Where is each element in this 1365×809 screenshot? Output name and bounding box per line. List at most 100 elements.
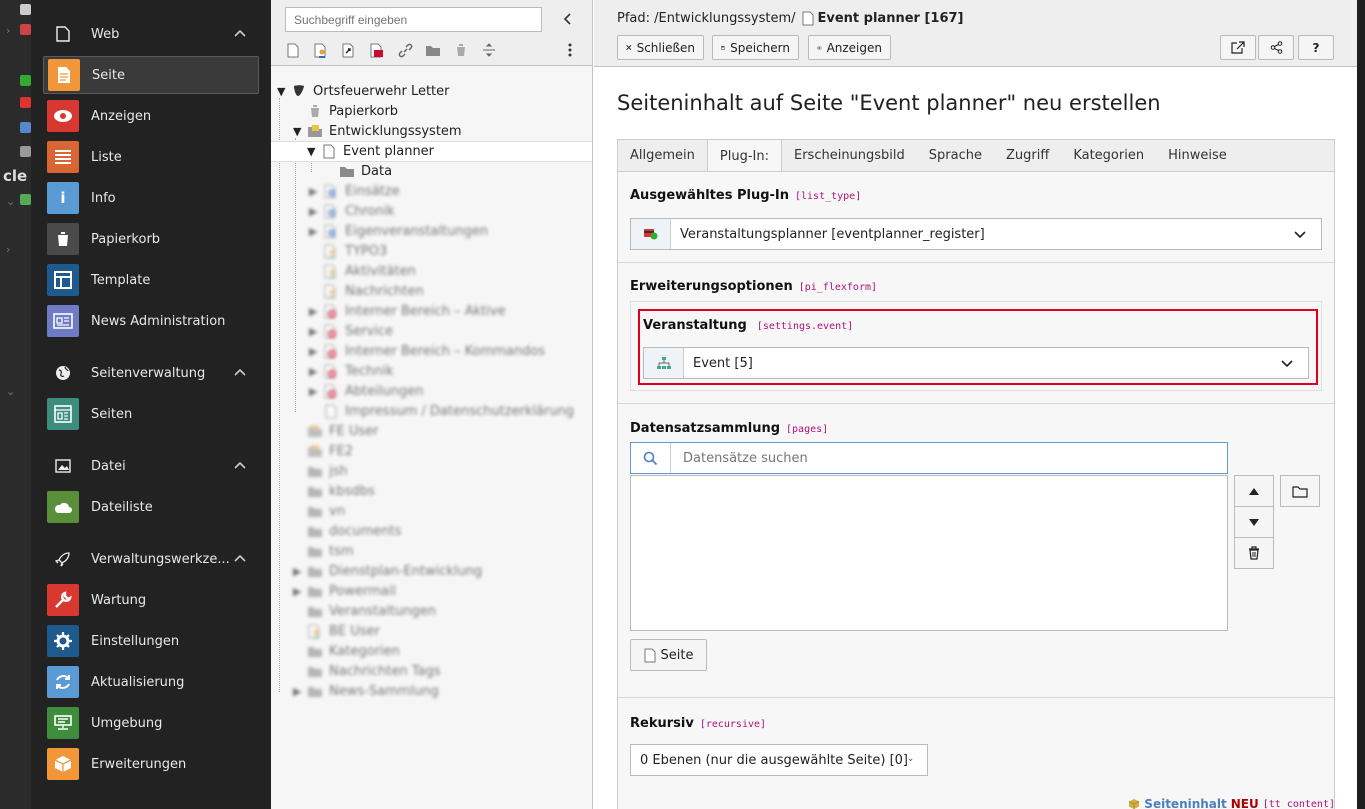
shortcut-icon[interactable] <box>323 183 339 199</box>
restricted-icon[interactable] <box>323 343 339 359</box>
tree-node-label[interactable]: Einsätze <box>345 184 400 199</box>
tree-node[interactable]: ▶ Chronik <box>309 201 395 221</box>
tree-node-label[interactable]: Chronik <box>345 204 395 219</box>
collapsed-toggle-icon[interactable]: ▶ <box>309 225 321 238</box>
folder-icon[interactable] <box>307 683 323 699</box>
typo3-icon[interactable] <box>291 83 307 99</box>
tree-node[interactable]: ▼ Event planner <box>271 141 592 162</box>
module-erweiterungen[interactable]: Erweiterungen <box>43 745 259 783</box>
tree-node[interactable]: Nachrichten Tags <box>293 661 441 681</box>
records-search-field[interactable] <box>630 442 1228 474</box>
records-search-input[interactable] <box>671 444 1227 472</box>
tree-node[interactable]: FE2 <box>293 441 353 461</box>
tree-node[interactable]: Veranstaltungen <box>293 601 436 621</box>
folder-icon[interactable] <box>307 483 323 499</box>
records-list[interactable] <box>630 475 1228 631</box>
collapsed-toggle-icon[interactable]: ▶ <box>309 385 321 398</box>
new-folder-icon[interactable] <box>425 42 441 58</box>
folder-icon[interactable] <box>307 463 323 479</box>
tree-node-label[interactable]: Impressum / Datenschutzerklärung <box>345 404 574 419</box>
new-shortcut-icon[interactable] <box>341 42 357 58</box>
folder-open-icon[interactable] <box>307 123 323 139</box>
tree-node-label[interactable]: Event planner <box>343 144 434 159</box>
view-button[interactable]: Anzeigen <box>808 35 891 60</box>
module-info[interactable]: i Info <box>43 179 259 217</box>
tree-node-label[interactable]: Eigenveranstaltungen <box>345 224 488 239</box>
recursive-select[interactable]: 0 Ebenen (nur die ausgewählte Seite) [0] <box>630 744 928 776</box>
help-button[interactable]: ? <box>1298 35 1334 60</box>
collapse-tree-icon[interactable] <box>561 11 575 27</box>
menu-group-seitenverwaltung[interactable]: Seitenverwaltung <box>31 354 271 392</box>
module-aktualisierung[interactable]: Aktualisierung <box>43 663 259 701</box>
module-liste[interactable]: Liste <box>43 138 259 176</box>
module-seite[interactable]: Seite <box>43 56 259 94</box>
tab-sprache[interactable]: Sprache <box>917 140 994 171</box>
tree-node-label[interactable]: Papierkorb <box>329 104 398 119</box>
tree-node-label[interactable]: vn <box>329 504 345 519</box>
tree-node-label[interactable]: Interner Bereich – Kommandos <box>345 344 545 359</box>
tree-node[interactable]: Nachrichten <box>309 281 424 301</box>
module-papierkorb[interactable]: Papierkorb <box>43 220 259 258</box>
save-button[interactable]: Speichern <box>712 35 799 60</box>
user-page-icon[interactable] <box>323 243 339 259</box>
user-page-icon[interactable] <box>323 283 339 299</box>
tree-node[interactable]: Data <box>325 161 392 181</box>
collapsed-toggle-icon[interactable]: ▶ <box>293 565 305 578</box>
menu-group-verwaltungswerkzeuge[interactable]: Verwaltungswerkze... <box>31 540 271 578</box>
tree-node-label[interactable]: Nachrichten <box>345 284 424 299</box>
tree-node-label[interactable]: BE User <box>329 624 380 639</box>
tab-erscheinungsbild[interactable]: Erscheinungsbild <box>782 140 917 171</box>
close-button[interactable]: Schließen <box>617 35 704 60</box>
tree-node-label[interactable]: Ortsfeuerwehr Letter <box>313 84 450 99</box>
remove-button[interactable] <box>1234 537 1274 569</box>
tree-node-label[interactable]: Interner Bereich – Aktive <box>345 304 506 319</box>
user-page-icon[interactable] <box>323 263 339 279</box>
collapsed-toggle-icon[interactable]: ▶ <box>309 365 321 378</box>
tree-node[interactable]: ▶ Powermail <box>293 581 396 601</box>
tree-node[interactable]: ▶ Interner Bereich – Kommandos <box>309 341 545 361</box>
restricted-icon[interactable] <box>323 323 339 339</box>
module-seiten[interactable]: Seiten <box>43 395 259 433</box>
tree-node[interactable]: Impressum / Datenschutzerklärung <box>309 401 574 421</box>
tab-hinweise[interactable]: Hinweise <box>1156 140 1239 171</box>
tree-node-label[interactable]: tsm <box>329 544 354 559</box>
folder-icon[interactable] <box>307 643 323 659</box>
expanded-toggle-icon[interactable]: ▼ <box>277 85 289 98</box>
tree-node-label[interactable]: Abteilungen <box>345 384 423 399</box>
tree-node-label[interactable]: Kategorien <box>329 644 400 659</box>
menu-group-web[interactable]: Web <box>31 15 271 53</box>
add-page-button[interactable]: Seite <box>630 639 707 671</box>
tree-node[interactable]: documents <box>293 521 401 541</box>
tree-node-label[interactable]: Technik <box>345 364 394 379</box>
tab-allgemein[interactable]: Allgemein <box>618 140 707 171</box>
collapsed-toggle-icon[interactable]: ▶ <box>309 345 321 358</box>
plugin-select[interactable]: Veranstaltungsplanner [eventplanner_regi… <box>630 218 1322 250</box>
tree-node[interactable]: jsh <box>293 461 348 481</box>
folder-user-icon[interactable] <box>307 423 323 439</box>
link-icon[interactable] <box>397 42 413 58</box>
restricted-icon[interactable] <box>323 383 339 399</box>
tree-node[interactable]: ▶ Eigenveranstaltungen <box>309 221 488 241</box>
tree-node[interactable]: BE User <box>293 621 380 641</box>
tree-node-label[interactable]: jsh <box>329 464 348 479</box>
move-down-button[interactable] <box>1234 506 1274 538</box>
tree-node-label[interactable]: documents <box>329 524 401 539</box>
tree-node-label[interactable]: Veranstaltungen <box>329 604 436 619</box>
module-news-administration[interactable]: News Administration <box>43 302 259 340</box>
shortcut-icon[interactable] <box>323 223 339 239</box>
tree-node[interactable]: ▶ Technik <box>309 361 394 381</box>
browse-records-button[interactable] <box>1280 475 1320 507</box>
tree-node-label[interactable]: FE2 <box>329 444 353 459</box>
tree-node-label[interactable]: Aktivitäten <box>345 264 416 279</box>
share-button[interactable] <box>1258 35 1294 60</box>
folder-icon[interactable] <box>307 603 323 619</box>
tree-node-label[interactable]: FE User <box>329 424 378 439</box>
module-template[interactable]: Template <box>43 261 259 299</box>
open-new-window-button[interactable] <box>1220 35 1256 60</box>
tree-node-label[interactable]: Nachrichten Tags <box>329 664 441 679</box>
user-page-icon[interactable] <box>307 623 323 639</box>
folder-icon[interactable] <box>307 663 323 679</box>
collapsed-toggle-icon[interactable]: ▶ <box>293 685 305 698</box>
tree-node[interactable]: ▶ Service <box>309 321 393 341</box>
new-page-icon[interactable] <box>285 42 301 58</box>
